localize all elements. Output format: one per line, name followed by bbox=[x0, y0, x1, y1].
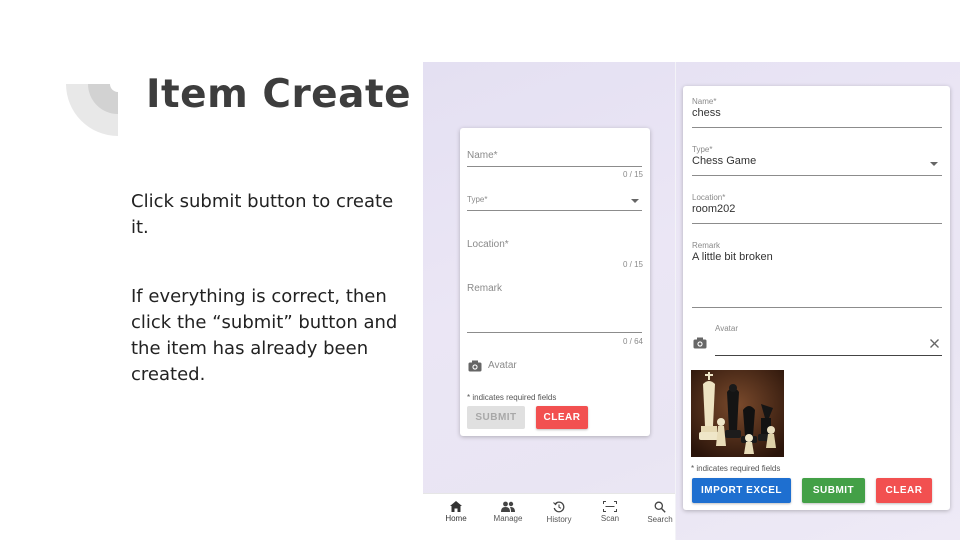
chevron-down-icon[interactable] bbox=[930, 162, 938, 166]
decorative-arc bbox=[66, 84, 118, 136]
remark-field[interactable]: Remark bbox=[467, 283, 642, 294]
type-value: Chess Game bbox=[692, 155, 757, 167]
required-hint: * indicates required fields bbox=[467, 393, 557, 402]
name-underline bbox=[467, 166, 642, 167]
instruction-paragraph-1: Click submit button to create it. bbox=[131, 191, 394, 238]
name-field-filled[interactable]: Name* chess bbox=[692, 97, 942, 119]
instruction-paragraph-2: If everything is correct, then click the… bbox=[131, 286, 398, 385]
type-select[interactable]: Type* bbox=[467, 195, 642, 204]
remark-underline bbox=[467, 332, 642, 333]
clear-button[interactable]: CLEAR bbox=[536, 406, 588, 429]
type-label: Type* bbox=[692, 145, 713, 154]
type-underline bbox=[467, 210, 642, 211]
location-field-filled[interactable]: Location* room202 bbox=[692, 193, 942, 215]
nav-label-search: Search bbox=[647, 515, 673, 524]
people-icon bbox=[501, 501, 515, 512]
remark-label: Remark bbox=[467, 283, 503, 294]
nav-item-manage[interactable]: Manage bbox=[483, 501, 533, 523]
name-label: Name* bbox=[692, 97, 717, 106]
nav-item-history[interactable]: History bbox=[534, 501, 584, 524]
avatar-underline bbox=[715, 355, 942, 356]
name-field[interactable]: Name* bbox=[467, 150, 642, 161]
avatar-field[interactable]: Avatar bbox=[488, 360, 517, 371]
home-icon bbox=[450, 501, 462, 512]
nav-label-scan: Scan bbox=[600, 514, 620, 523]
nav-label-manage: Manage bbox=[493, 514, 523, 523]
type-select-filled[interactable]: Type* Chess Game bbox=[692, 145, 942, 167]
location-label: Location* bbox=[692, 193, 726, 202]
name-label: Name* bbox=[467, 150, 498, 161]
camera-icon[interactable] bbox=[468, 360, 482, 372]
nav-label-history: History bbox=[546, 515, 572, 524]
close-icon[interactable] bbox=[930, 339, 939, 348]
avatar-label: Avatar bbox=[488, 360, 517, 371]
submit-button[interactable]: SUBMIT bbox=[802, 478, 865, 503]
remark-underline bbox=[692, 307, 942, 308]
nav-item-home[interactable]: Home bbox=[431, 501, 481, 523]
name-counter: 0 / 15 bbox=[622, 170, 643, 179]
remark-field-filled[interactable]: Remark A little bit broken bbox=[692, 241, 942, 263]
type-label: Type* bbox=[467, 195, 488, 204]
nav-label-home: Home bbox=[445, 514, 467, 523]
app-screenshot: Name* 0 / 15 Type* Location* 0 / 15 Rema… bbox=[423, 62, 960, 540]
location-underline bbox=[692, 223, 942, 224]
import-excel-button[interactable]: IMPORT EXCEL bbox=[692, 478, 791, 503]
name-value: chess bbox=[692, 107, 721, 119]
remark-value: A little bit broken bbox=[692, 251, 773, 263]
bottom-navigation: Home Manage History Scan Search bbox=[423, 493, 675, 540]
search-icon bbox=[654, 501, 666, 513]
location-field[interactable]: Location* bbox=[467, 239, 642, 250]
filled-item-form: Name* chess Type* Chess Game Location* r… bbox=[683, 86, 950, 510]
remark-counter: 0 / 64 bbox=[622, 337, 643, 346]
camera-icon[interactable] bbox=[693, 337, 707, 349]
scan-icon bbox=[603, 501, 617, 512]
chess-pieces-image bbox=[691, 370, 784, 457]
required-hint: * indicates required fields bbox=[691, 464, 781, 473]
remark-label: Remark bbox=[692, 241, 721, 250]
empty-item-form: Name* 0 / 15 Type* Location* 0 / 15 Rema… bbox=[460, 128, 650, 436]
history-icon bbox=[553, 501, 565, 513]
submit-button[interactable]: SUBMIT bbox=[467, 406, 525, 429]
avatar-label: Avatar bbox=[715, 324, 738, 333]
avatar-field-filled[interactable]: Avatar bbox=[715, 324, 942, 333]
clear-button[interactable]: CLEAR bbox=[876, 478, 932, 503]
name-underline bbox=[692, 127, 942, 128]
nav-item-scan[interactable]: Scan bbox=[585, 501, 635, 523]
chevron-down-icon[interactable] bbox=[631, 199, 639, 203]
location-label: Location* bbox=[467, 239, 509, 250]
nav-item-search[interactable]: Search bbox=[635, 501, 685, 524]
slide-title: Item Create bbox=[146, 72, 412, 117]
location-value: room202 bbox=[692, 203, 736, 215]
type-underline bbox=[692, 175, 942, 176]
location-counter: 0 / 15 bbox=[622, 260, 643, 269]
pane-divider bbox=[675, 62, 676, 540]
